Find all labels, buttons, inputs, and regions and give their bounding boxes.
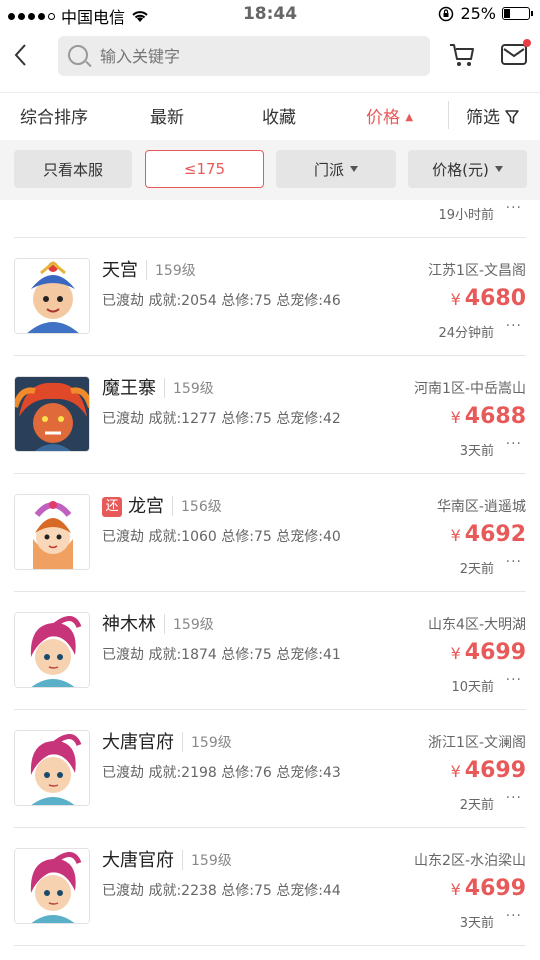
message-button[interactable] xyxy=(500,39,531,68)
rotation-lock-icon xyxy=(439,6,454,21)
listing-stats: 已渡劫 成就:2238 总修:75 总宠修:44 xyxy=(102,883,341,899)
listing-level: 159级 xyxy=(164,614,214,634)
avatar xyxy=(14,612,90,688)
listing-stats: 已渡劫 成就:1874 总修:75 总宠修:41 xyxy=(102,647,341,663)
list-item[interactable]: 大唐官府 159级 山东2区-水泊梁山 已渡劫 成就:2238 总修:75 总宠… xyxy=(0,828,540,946)
list-item[interactable]: 神木林 159级 山东4区-大明湖 已渡劫 成就:1874 总修:75 总宠修:… xyxy=(0,592,540,710)
listing-school: 还龙宫 xyxy=(102,492,164,518)
divider xyxy=(448,101,449,129)
listing-time: 3天前 xyxy=(459,916,494,931)
listing-level: 156级 xyxy=(172,496,222,516)
list-item[interactable]: 还龙宫 156级 华南区-逍遥城 已渡劫 成就:1060 总修:75 总宠修:4… xyxy=(0,474,540,592)
listing-price: ¥4688 xyxy=(450,404,526,429)
cart-icon[interactable] xyxy=(448,42,476,68)
sort-price[interactable]: 价格 ▲ xyxy=(366,103,413,128)
back-arrow-icon[interactable] xyxy=(10,40,34,70)
listing-stats: 已渡劫 成就:1060 总修:75 总宠修:40 xyxy=(102,529,341,545)
unread-dot xyxy=(523,39,531,47)
filter-button[interactable]: 筛选 xyxy=(466,103,520,128)
chip-school[interactable]: 门派 xyxy=(276,150,396,188)
listing-school: 大唐官府 xyxy=(102,732,174,753)
listing-time: 19小时前 xyxy=(438,208,494,223)
listing-price: ¥4692 xyxy=(450,522,526,547)
listing-stats: 已渡劫 成就:2198 总修:76 总宠修:43 xyxy=(102,765,341,781)
listing-list: 19小时前 ··· 天宫 159级 江苏1区-文昌阁 已渡劫 成就:2054 总… xyxy=(0,200,540,960)
list-item[interactable]: 天宫 159级 江苏1区-文昌阁 已渡劫 成就:2054 总修:75 总宠修:4… xyxy=(0,238,540,356)
listing-server: 浙江1区-文澜阁 xyxy=(428,735,526,751)
returned-badge: 还 xyxy=(102,497,122,517)
sort-bar: 综合排序 最新 收藏 价格 ▲ 筛选 xyxy=(0,92,540,136)
funnel-icon xyxy=(505,110,520,124)
list-item[interactable]: 19小时前 ··· xyxy=(0,200,540,238)
listing-time: 2天前 xyxy=(459,798,494,813)
listing-time: 10天前 xyxy=(451,680,494,695)
sort-newest[interactable]: 最新 xyxy=(150,103,184,128)
filter-chips: 只看本服 ≤175 门派 价格(元) xyxy=(0,140,540,200)
list-item[interactable]: 魔王寨 159级 河南1区-中岳嵩山 已渡劫 成就:1277 总修:75 总宠修… xyxy=(0,356,540,474)
avatar xyxy=(14,848,90,924)
chip-server-only[interactable]: 只看本服 xyxy=(14,150,132,188)
listing-level: 159级 xyxy=(182,850,232,870)
avatar xyxy=(14,730,90,806)
dropdown-icon xyxy=(494,166,503,172)
listing-time: 2天前 xyxy=(459,562,494,577)
listing-school: 天宫 xyxy=(102,260,138,281)
more-icon[interactable]: ··· xyxy=(506,436,522,452)
chip-level[interactable]: ≤175 xyxy=(145,150,264,188)
listing-level: 159级 xyxy=(146,260,196,280)
battery-icon xyxy=(502,7,533,20)
avatar xyxy=(14,494,90,570)
listing-server: 山东4区-大明湖 xyxy=(428,617,526,633)
avatar xyxy=(14,376,90,452)
more-icon[interactable]: ··· xyxy=(506,672,522,688)
list-item[interactable]: 大唐官府 159级 浙江1区-文澜阁 已渡劫 成就:2198 总修:76 总宠修… xyxy=(0,710,540,828)
listing-school: 魔王寨 xyxy=(102,378,156,399)
chip-price[interactable]: 价格(元) xyxy=(408,150,527,188)
listing-price: ¥4680 xyxy=(450,286,526,311)
search-input[interactable] xyxy=(100,36,420,76)
sort-favorites[interactable]: 收藏 xyxy=(262,103,296,128)
listing-price: ¥4699 xyxy=(450,758,526,783)
more-icon[interactable]: ··· xyxy=(506,790,522,806)
sort-price-label: 价格 xyxy=(366,108,400,128)
listing-level: 159级 xyxy=(164,378,214,398)
search-box[interactable] xyxy=(58,36,430,76)
search-icon xyxy=(68,45,88,65)
battery-percent: 25% xyxy=(460,4,496,23)
more-icon[interactable]: ··· xyxy=(506,200,522,216)
dropdown-icon xyxy=(350,166,358,172)
more-icon[interactable]: ··· xyxy=(506,908,522,924)
more-icon[interactable]: ··· xyxy=(506,554,522,570)
listing-level: 159级 xyxy=(182,732,232,752)
listing-price: ¥4699 xyxy=(450,640,526,665)
listing-school: 大唐官府 xyxy=(102,850,174,871)
listing-time: 24分钟前 xyxy=(438,326,494,341)
sort-default[interactable]: 综合排序 xyxy=(20,103,88,128)
listing-stats: 已渡劫 成就:2054 总修:75 总宠修:46 xyxy=(102,293,341,309)
listing-time: 3天前 xyxy=(459,444,494,459)
search-header xyxy=(0,28,540,84)
more-icon[interactable]: ··· xyxy=(506,318,522,334)
listing-server: 山东2区-水泊梁山 xyxy=(414,853,526,869)
listing-server: 江苏1区-文昌阁 xyxy=(428,263,526,279)
listing-school: 神木林 xyxy=(102,614,156,635)
filter-label: 筛选 xyxy=(466,108,500,128)
avatar xyxy=(14,258,90,334)
listing-server: 河南1区-中岳嵩山 xyxy=(414,381,526,397)
status-bar: 中国电信 18:44 25% xyxy=(0,0,540,28)
sort-up-icon: ▲ xyxy=(405,112,414,123)
listing-price: ¥4699 xyxy=(450,876,526,901)
listing-server: 华南区-逍遥城 xyxy=(436,499,526,515)
listing-stats: 已渡劫 成就:1277 总修:75 总宠修:42 xyxy=(102,411,341,427)
